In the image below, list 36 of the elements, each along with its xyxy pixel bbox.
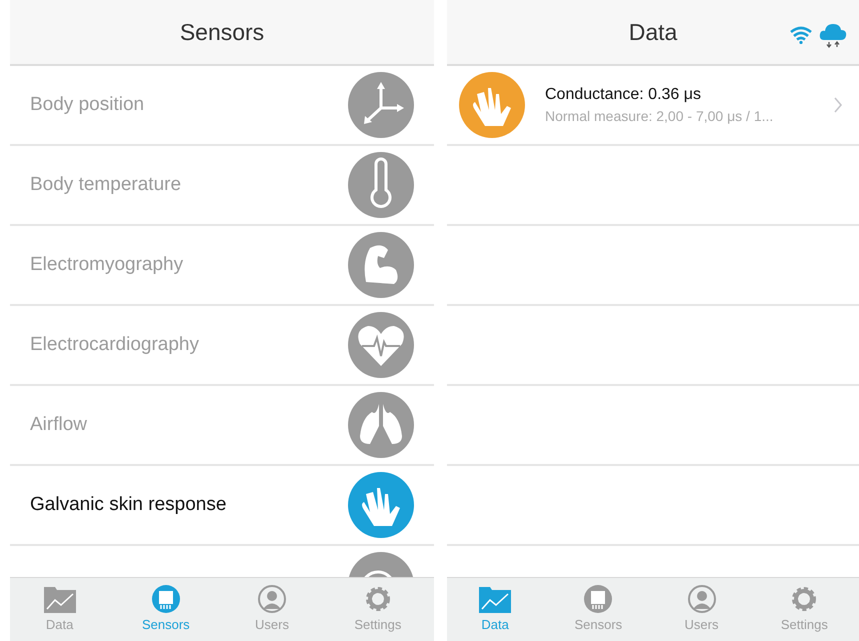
reading-row[interactable]: Conductance: 0.36 μs Normal measure: 2,00 - 7,00 μs / 1... [447,66,859,146]
tab[interactable]: Data [38,578,81,641]
wifi-icon [789,26,813,44]
sensor-label: Airflow [30,414,88,436]
thermometer-icon [348,152,414,218]
sensor-row[interactable]: Airflow [10,386,434,466]
tab[interactable]: Settings [350,578,406,641]
arm-muscle-icon [348,232,414,298]
axes-icon [348,72,414,138]
lungs-icon [348,392,414,458]
reading-subtitle: Normal measure: 2,00 - 7,00 μs / 1... [545,108,774,124]
sensor-row[interactable]: Body position [10,66,434,146]
tab[interactable]: Users [251,578,294,641]
hand-icon [348,472,414,538]
sensor-label: Electromyography [30,254,184,276]
heart-pulse-icon [348,312,414,378]
sensor-row[interactable]: Electromyography [10,226,434,306]
sensor-row[interactable]: Galvanic skin response [10,466,434,546]
sensor-label: Electrocardiography [30,334,199,356]
tab[interactable]: Data [474,578,516,641]
reading-title: Conductance: 0.36 μs [545,86,702,104]
sensor-row[interactable]: Electrocardiography [10,306,434,386]
tab[interactable]: Users [680,578,723,641]
chevron-icon [833,97,843,113]
tab[interactable]: Sensors [570,578,626,641]
cloud-sync-icon [819,22,847,48]
sensor-label: Body temperature [30,174,182,196]
chart-folder-icon [42,584,77,614]
chart-folder-icon [478,584,512,614]
tab[interactable]: Sensors [138,578,194,641]
sensor-label: Body position [30,94,144,116]
sensor-label: Galvanic skin response [30,494,226,516]
sensor-row[interactable]: Body temperature [10,146,434,226]
screen-title: Data [628,18,678,46]
tab[interactable]: Settings [776,578,832,641]
screen-title: Sensors [180,18,264,46]
